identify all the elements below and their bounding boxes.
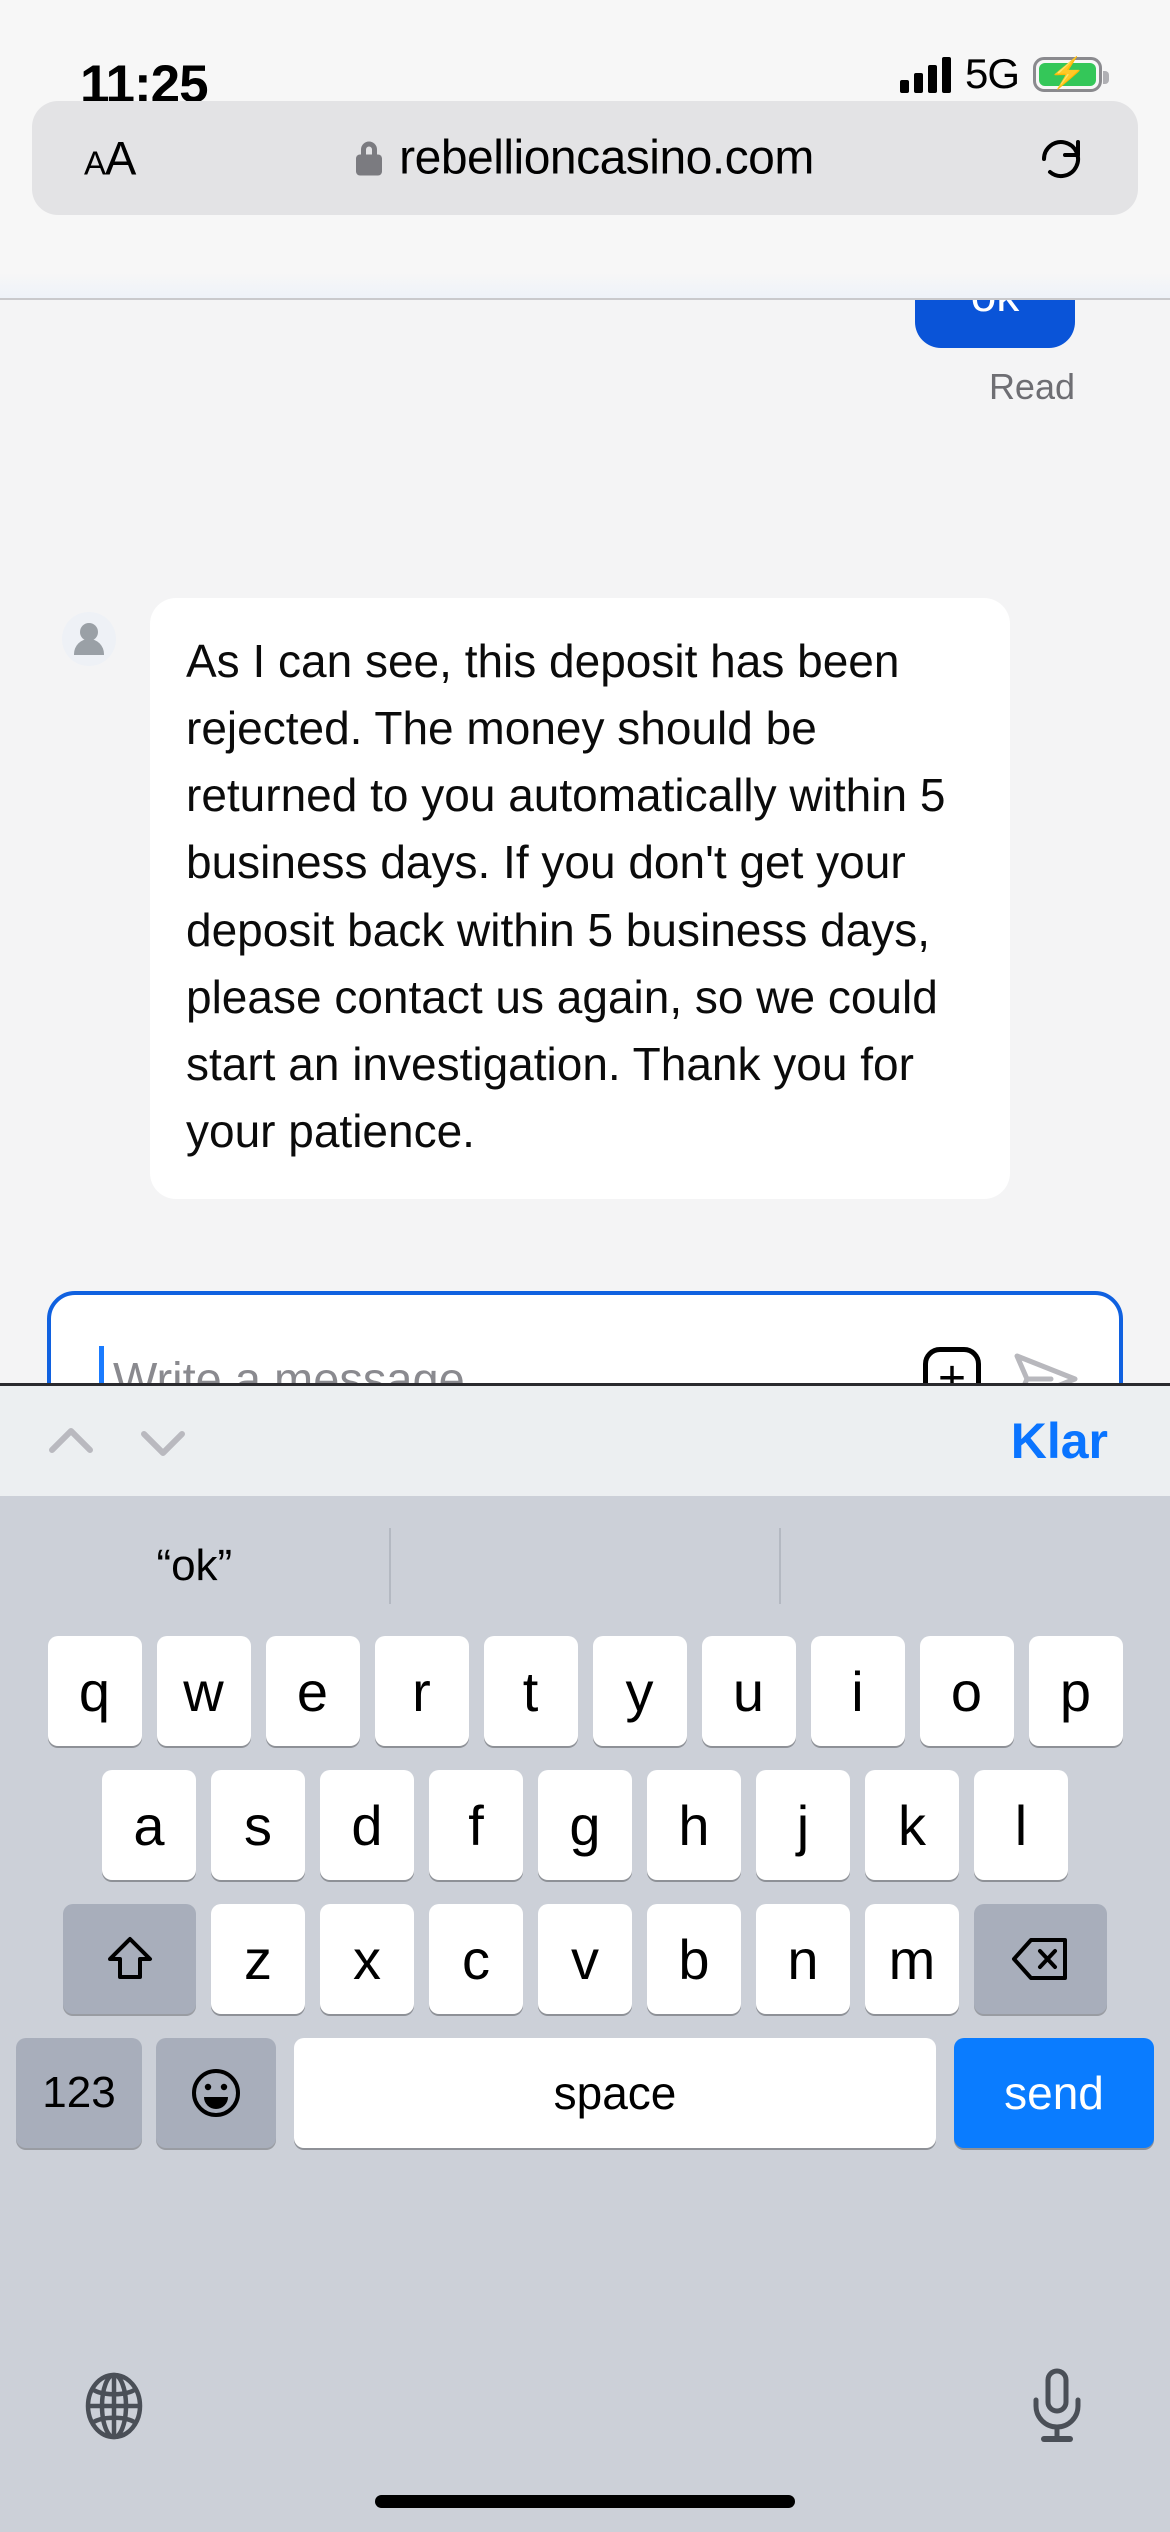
keyboard-done-button[interactable]: Klar	[1011, 1412, 1108, 1470]
send-key[interactable]: send	[954, 2038, 1154, 2148]
shift-arrow-icon	[107, 1937, 152, 1979]
send-arrow-icon[interactable]	[1011, 1348, 1081, 1384]
reload-icon[interactable]	[1038, 135, 1084, 181]
person-avatar-icon	[62, 612, 116, 666]
microphone-icon[interactable]	[1026, 2366, 1088, 2446]
key-z[interactable]: z	[211, 1904, 305, 2014]
key-v[interactable]: v	[538, 1904, 632, 2014]
message-input-placeholder[interactable]: Write a message...	[113, 1351, 504, 1383]
chevron-up-icon[interactable]	[42, 1412, 100, 1470]
globe-language-icon[interactable]	[78, 2370, 150, 2442]
onscreen-keyboard: “ok” q w e r t y u i o p a s d f g h j k	[0, 1496, 1170, 2532]
key-o[interactable]: o	[919, 1636, 1014, 1746]
cellular-bars-icon	[899, 55, 951, 93]
address-bar-content[interactable]: rebellioncasino.com	[32, 131, 1138, 186]
chat-panel: ok Read As I can see, this deposit has b…	[0, 300, 1170, 1383]
backspace-key[interactable]	[974, 1904, 1107, 2014]
network-type-label: 5G	[964, 50, 1020, 97]
key-r[interactable]: r	[374, 1636, 469, 1746]
key-x[interactable]: x	[320, 1904, 414, 2014]
outgoing-bubble[interactable]: ok	[915, 300, 1075, 348]
key-s[interactable]: s	[211, 1770, 305, 1880]
incoming-bubble[interactable]: As I can see, this deposit has been reje…	[150, 598, 1010, 1200]
space-key[interactable]: space	[294, 2038, 936, 2148]
key-n[interactable]: n	[756, 1904, 850, 2014]
backspace-delete-icon	[1011, 1938, 1067, 1980]
key-g[interactable]: g	[538, 1770, 632, 1880]
text-cursor	[99, 1345, 104, 1383]
key-d[interactable]: d	[320, 1770, 414, 1880]
key-h[interactable]: h	[647, 1770, 741, 1880]
numeric-key[interactable]: 123	[16, 2038, 142, 2148]
prediction-divider	[388, 1528, 391, 1604]
key-y[interactable]: y	[592, 1636, 687, 1746]
battery-charging-icon: ⚡	[1033, 56, 1109, 92]
keyboard-row-4: 123 space send	[0, 2038, 1170, 2148]
predictive-text-bar: “ok”	[0, 1496, 1170, 1636]
keyboard-row-1: q w e r t y u i o p	[0, 1636, 1170, 1746]
keyboard-row-2: a s d f g h j k l	[0, 1770, 1170, 1880]
key-a[interactable]: a	[102, 1770, 196, 1880]
key-q[interactable]: q	[47, 1636, 142, 1746]
chevron-down-icon[interactable]	[134, 1412, 192, 1470]
plus-in-square-icon[interactable]: +	[923, 1346, 981, 1383]
prediction-item[interactable]: “ok”	[0, 1541, 389, 1591]
status-bar-indicators: 5G ⚡	[899, 50, 1109, 98]
key-t[interactable]: t	[483, 1636, 578, 1746]
key-f[interactable]: f	[429, 1770, 523, 1880]
key-e[interactable]: e	[265, 1636, 360, 1746]
key-p[interactable]: p	[1028, 1636, 1123, 1746]
outgoing-message: ok Read	[915, 300, 1075, 408]
prediction-divider	[779, 1528, 782, 1604]
message-composer[interactable]: Write a message... +	[47, 1291, 1123, 1383]
key-w[interactable]: w	[156, 1636, 251, 1746]
keyboard-accessory-bar: Klar	[0, 1386, 1170, 1496]
browser-chrome: AA rebellioncasino.com	[0, 101, 1170, 298]
keyboard-bottom-row	[0, 2332, 1170, 2532]
key-b[interactable]: b	[647, 1904, 741, 2014]
keyboard-row-3: z x c v b n m	[0, 1904, 1170, 2014]
phone-screen: 11:25 5G ⚡ AA rebellioncasino.com Read A…	[0, 0, 1170, 2532]
key-c[interactable]: c	[429, 1904, 523, 2014]
home-indicator-bar	[375, 2495, 795, 2508]
emoji-smiley-icon	[192, 2069, 240, 2117]
shift-key[interactable]	[63, 1904, 196, 2014]
key-j[interactable]: j	[756, 1770, 850, 1880]
key-u[interactable]: u	[701, 1636, 796, 1746]
url-text: rebellioncasino.com	[399, 131, 814, 185]
incoming-message: As I can see, this deposit has been reje…	[0, 598, 1170, 1200]
key-l[interactable]: l	[974, 1770, 1068, 1880]
emoji-key[interactable]	[156, 2038, 276, 2148]
lock-icon	[356, 141, 383, 175]
address-bar[interactable]: AA rebellioncasino.com	[32, 101, 1138, 215]
key-i[interactable]: i	[810, 1636, 905, 1746]
key-k[interactable]: k	[865, 1770, 959, 1880]
message-status-read: Read	[988, 366, 1075, 407]
key-m[interactable]: m	[865, 1904, 959, 2014]
